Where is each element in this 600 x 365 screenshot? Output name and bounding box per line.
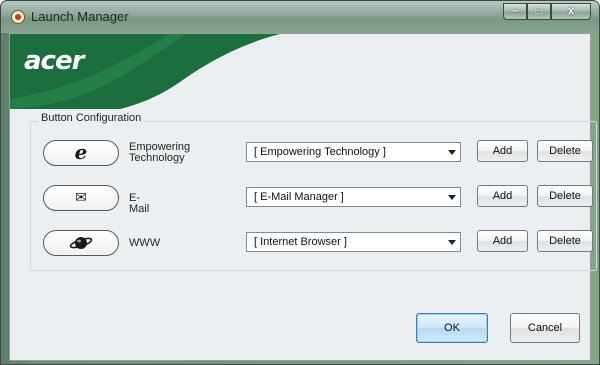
select-value: [ E-Mail Manager ] [254,191,344,203]
launch-manager-window: Launch Manager – □ x acer Button Configu… [0,0,600,365]
add-button[interactable]: Add [477,230,528,252]
title-bar[interactable]: Launch Manager – □ x [1,1,599,33]
acer-banner: acer [10,34,590,109]
cancel-button[interactable]: Cancel [510,313,580,343]
delete-button[interactable]: Delete [537,185,593,207]
dropdown-arrow-icon [448,240,456,245]
add-button[interactable]: Add [477,185,528,207]
minimize-button[interactable]: – [503,3,527,20]
window-controls: – □ x [503,3,591,20]
row-label: E-Mail [129,192,150,215]
acer-logo: acer [24,46,84,76]
dropdown-arrow-icon [448,150,456,155]
globe-icon-svg [69,237,93,249]
mail-icon: ✉ [75,189,87,205]
ok-button[interactable]: OK [416,313,488,343]
window-title: Launch Manager [31,9,129,24]
add-button[interactable]: Add [477,140,528,162]
select-value: [ Empowering Technology ] [254,146,386,158]
globe-icon [43,230,119,256]
group-label: Button Configuration [38,112,145,124]
app-icon [11,10,25,24]
dialog-client-area: acer Button Configuration e Empowering T… [9,33,597,361]
dropdown-arrow-icon [448,195,456,200]
maximize-button[interactable]: □ [527,3,551,20]
app-select-dropdown[interactable]: [ E-Mail Manager ] [246,187,461,207]
app-select-dropdown[interactable]: [ Internet Browser ] [246,232,461,252]
row-label: WWW [129,237,161,249]
delete-button[interactable]: Delete [537,140,593,162]
app-select-dropdown[interactable]: [ Empowering Technology ] [246,142,461,162]
delete-button[interactable]: Delete [537,230,593,252]
select-value: [ Internet Browser ] [254,236,347,248]
banner-shape [10,34,590,109]
ie-icon: e [74,140,88,164]
close-button[interactable]: x [551,3,591,20]
row-label-line2: Technology [129,152,185,164]
